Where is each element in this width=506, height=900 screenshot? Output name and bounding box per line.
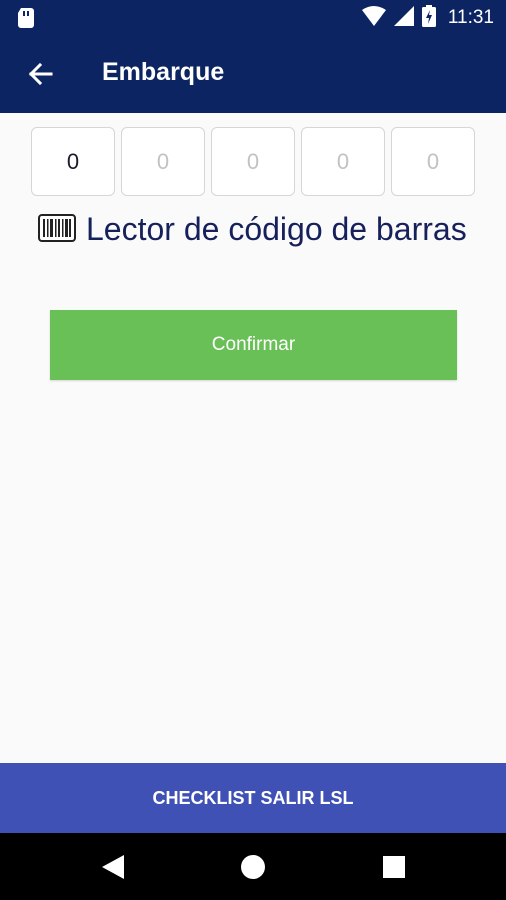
main-content: 0 0 0 0 0 Lector de código de barras Con… <box>0 113 506 763</box>
checklist-button[interactable]: CHECKLIST SALIR LSL <box>0 763 506 833</box>
wifi-icon <box>361 6 386 30</box>
status-bar: 11:31 <box>0 0 506 36</box>
clock-time: 11:31 <box>447 7 494 28</box>
system-nav-bar <box>0 833 506 900</box>
signal-icon <box>393 6 414 30</box>
confirm-button[interactable]: Confirmar <box>50 310 457 380</box>
barcode-reader-button[interactable]: Lector de código de barras <box>38 211 467 248</box>
code-digit-2[interactable]: 0 <box>121 127 205 196</box>
barcode-icon <box>38 213 76 246</box>
page-title: Embarque <box>102 58 225 86</box>
code-digit-4[interactable]: 0 <box>301 127 385 196</box>
arrow-back-icon <box>28 62 53 86</box>
sd-card-icon <box>18 8 34 28</box>
back-button[interactable] <box>22 56 58 92</box>
nav-home-icon[interactable] <box>237 851 269 883</box>
nav-recents-icon[interactable] <box>378 851 410 883</box>
nav-back-icon[interactable] <box>97 851 129 883</box>
code-digit-5[interactable]: 0 <box>391 127 475 196</box>
code-digit-1[interactable]: 0 <box>31 127 115 196</box>
app-bar: Embarque <box>0 36 506 113</box>
code-digit-3[interactable]: 0 <box>211 127 295 196</box>
barcode-reader-label: Lector de código de barras <box>86 211 467 247</box>
code-input-group: 0 0 0 0 0 <box>31 127 475 196</box>
battery-icon <box>421 5 436 31</box>
